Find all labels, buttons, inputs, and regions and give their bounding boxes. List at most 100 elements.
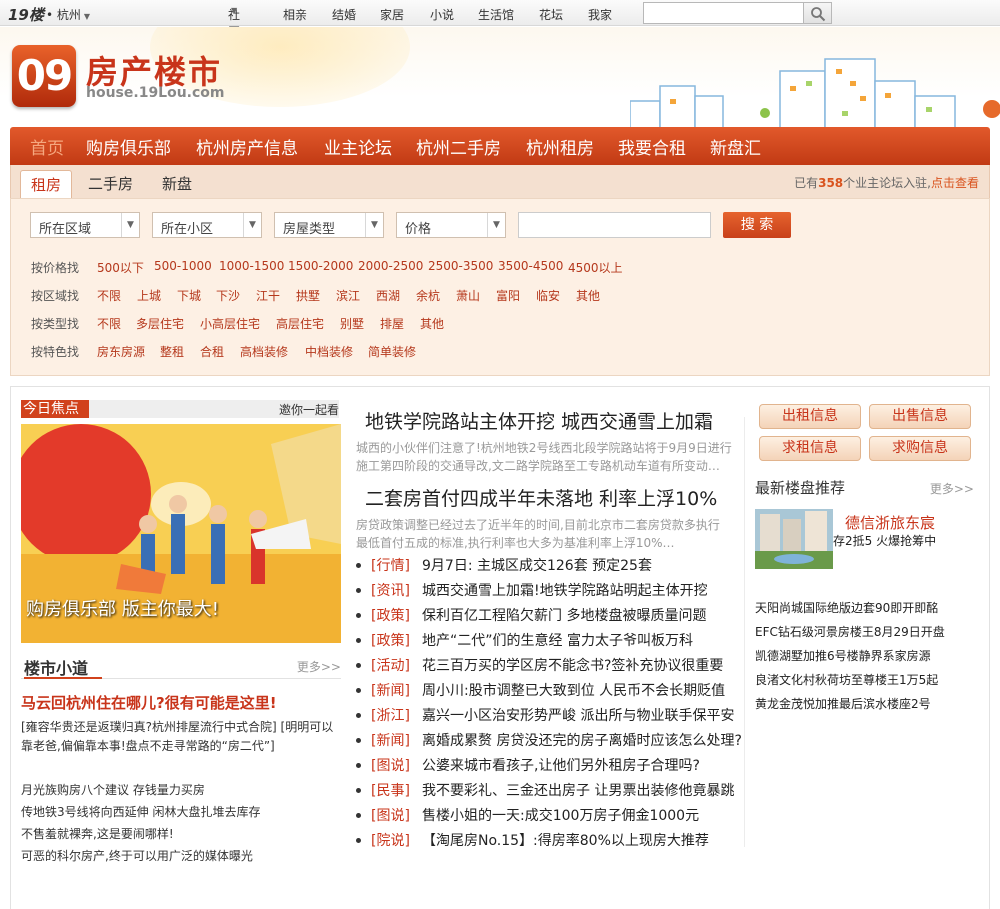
filter-option[interactable]: 500以下 xyxy=(97,259,144,276)
filter-option[interactable]: 中档装修 xyxy=(305,343,353,360)
news-category[interactable]: [民事] xyxy=(371,780,410,800)
filter-option[interactable]: 江干 xyxy=(256,287,280,304)
list-item[interactable]: 不售羞就裸奔,这是要闹哪样! xyxy=(21,825,174,842)
sub-link-line[interactable]: 靠老爸,偏偏靠本事!盘点不走寻常路的“房二代”] xyxy=(21,737,341,756)
filter-option[interactable]: 排屋 xyxy=(380,315,404,332)
main-nav-item-home[interactable]: 首页 xyxy=(30,134,64,159)
new-home-item[interactable]: 黄龙金茂悦加推最后滨水楼座2号 xyxy=(755,695,931,712)
filter-option[interactable]: 不限 xyxy=(97,315,121,332)
news-title[interactable]: 地产“二代”们的生意经 富力太子爷叫板万科 xyxy=(422,630,693,650)
main-nav-item[interactable]: 杭州租房 xyxy=(526,134,594,159)
filter-option[interactable]: 别墅 xyxy=(340,315,364,332)
site-nav-item[interactable]: 我家 xyxy=(588,6,612,23)
filter-option[interactable]: 下沙 xyxy=(216,287,240,304)
filter-option[interactable]: 房东房源 xyxy=(97,343,145,360)
filter-option[interactable]: 4500以上 xyxy=(568,259,623,276)
news-category[interactable]: [图说] xyxy=(371,805,410,825)
headline-2[interactable]: 二套房首付四成半年未落地 利率上浮10% xyxy=(365,484,717,511)
rent-out-button[interactable]: 出租信息 xyxy=(759,404,861,429)
news-category[interactable]: [图说] xyxy=(371,755,410,775)
main-nav-item[interactable]: 我要合租 xyxy=(618,134,686,159)
filter-option[interactable]: 简单装修 xyxy=(368,343,416,360)
main-nav-item[interactable]: 业主论坛 xyxy=(324,134,392,159)
list-item[interactable]: 可恶的科尔房产,终于可以用广泛的媒体曝光 xyxy=(21,847,253,864)
news-title[interactable]: 保利百亿工程陷欠薪门 多地楼盘被曝质量问题 xyxy=(422,605,706,625)
community-select[interactable]: 所在小区 ▼ xyxy=(152,212,262,238)
site-nav-item[interactable]: 花坛 xyxy=(539,6,563,23)
featured-property-image[interactable] xyxy=(755,509,833,569)
news-category[interactable]: [行情] xyxy=(371,555,410,575)
main-nav-item[interactable]: 杭州二手房 xyxy=(416,134,501,159)
site-nav-item[interactable]: 相亲 xyxy=(283,6,307,23)
region-select[interactable]: 所在区域 ▼ xyxy=(30,212,140,238)
sub-link-line[interactable]: [雍容华贵还是返璞归真?杭州排屋流行中式合院] [明明可以 xyxy=(21,718,341,737)
site-nav-item[interactable]: 结婚 xyxy=(332,6,356,23)
filter-option[interactable]: 不限 xyxy=(97,287,121,304)
focus-link[interactable]: 邀你一起看 xyxy=(279,401,339,418)
filter-option[interactable]: 拱墅 xyxy=(296,287,320,304)
news-title[interactable]: 我不要彩礼、三金还出房子 让男票出装修他竟暴跳 xyxy=(422,780,734,800)
new-homes-more-link[interactable]: 更多>> xyxy=(930,480,974,497)
tab-rent[interactable]: 租房 xyxy=(20,170,72,198)
filter-option[interactable]: 高层住宅 xyxy=(276,315,324,332)
main-nav-item[interactable]: 新盘汇 xyxy=(710,134,761,159)
filter-option[interactable]: 高档装修 xyxy=(240,343,288,360)
site-search-button[interactable] xyxy=(804,2,832,24)
tab-new-homes[interactable]: 新盘 xyxy=(162,170,192,198)
keyword-input[interactable] xyxy=(518,212,711,238)
news-title[interactable]: 公婆来城市看孩子,让他们另外租房子合理吗? xyxy=(422,755,700,775)
filter-option[interactable]: 多层住宅 xyxy=(136,315,184,332)
news-title[interactable]: 【淘尾房No.15】:得房率80%以上现房大推荐 xyxy=(422,830,709,850)
featured-property-name[interactable]: 德信浙旅东宸 xyxy=(845,512,935,533)
louguide-headline[interactable]: 马云回杭州住在哪儿?很有可能是这里! xyxy=(21,692,277,713)
filter-option[interactable]: 下城 xyxy=(177,287,201,304)
louguide-more-link[interactable]: 更多>> xyxy=(297,658,341,675)
news-title[interactable]: 嘉兴一小区治安形势严峻 派出所与物业联手保平安 xyxy=(422,705,734,725)
site-nav-item[interactable]: 家居 xyxy=(380,6,404,23)
news-title[interactable]: 城西交通雪上加霜!地铁学院路站明起主体开挖 xyxy=(422,580,708,600)
filter-option[interactable]: 3500-4500 xyxy=(498,259,563,273)
filter-option[interactable]: 滨江 xyxy=(336,287,360,304)
filter-option[interactable]: 1000-1500 xyxy=(219,259,284,273)
news-category[interactable]: [活动] xyxy=(371,655,410,675)
filter-option[interactable]: 上城 xyxy=(137,287,161,304)
news-title[interactable]: 花三百万买的学区房不能念书?签补充协议很重要 xyxy=(422,655,723,675)
list-item[interactable]: 月光族购房八个建议 存钱量力买房 xyxy=(21,781,205,798)
view-forums-link[interactable]: 点击查看 xyxy=(931,176,979,190)
news-category[interactable]: [院说] xyxy=(371,830,410,850)
site-nav-item[interactable]: 生活馆 xyxy=(478,6,514,23)
filter-option[interactable]: 临安 xyxy=(536,287,560,304)
list-item[interactable]: 传地铁3号线将向西延伸 闲林大盘扎堆去库存 xyxy=(21,803,260,820)
filter-option[interactable]: 萧山 xyxy=(456,287,480,304)
channel-logo[interactable]: 09 xyxy=(12,45,76,107)
news-category[interactable]: [浙江] xyxy=(371,705,410,725)
news-category[interactable]: [新闻] xyxy=(371,680,410,700)
filter-option[interactable]: 合租 xyxy=(200,343,224,360)
filter-option[interactable]: 西湖 xyxy=(376,287,400,304)
seek-rent-button[interactable]: 求租信息 xyxy=(759,436,861,461)
filter-option[interactable]: 余杭 xyxy=(416,287,440,304)
filter-option[interactable]: 富阳 xyxy=(496,287,520,304)
new-home-item[interactable]: 凯德湖墅加推6号楼静界系家房源 xyxy=(755,647,931,664)
filter-option[interactable]: 其他 xyxy=(576,287,600,304)
filter-option[interactable]: 其他 xyxy=(420,315,444,332)
price-select[interactable]: 价格 ▼ xyxy=(396,212,506,238)
filter-option[interactable]: 2500-3500 xyxy=(428,259,493,273)
filter-option[interactable]: 2000-2500 xyxy=(358,259,423,273)
new-home-item[interactable]: EFC钻石级河景房楼王8月29日开盘 xyxy=(755,623,945,640)
house-type-select[interactable]: 房屋类型 ▼ xyxy=(274,212,384,238)
sell-button[interactable]: 出售信息 xyxy=(869,404,971,429)
news-category[interactable]: [政策] xyxy=(371,630,410,650)
news-title[interactable]: 周小川:股市调整已大致到位 人民币不会长期贬值 xyxy=(422,680,725,700)
news-category[interactable]: [新闻] xyxy=(371,730,410,750)
news-title[interactable]: 售楼小姐的一天:成交100万房子佣金1000元 xyxy=(422,805,699,825)
news-title[interactable]: 9月7日: 主城区成交126套 预定25套 xyxy=(422,555,652,575)
news-category[interactable]: [政策] xyxy=(371,605,410,625)
tab-second-hand[interactable]: 二手房 xyxy=(88,170,133,198)
filter-option[interactable]: 500-1000 xyxy=(154,259,212,273)
news-title[interactable]: 离婚成累赘 房贷没还完的房子离婚时应该怎么处理? xyxy=(422,730,742,750)
filter-option[interactable]: 小高层住宅 xyxy=(200,315,260,332)
new-home-item[interactable]: 良渚文化村秋荷坊至尊楼王1万5起 xyxy=(755,671,938,688)
headline-1[interactable]: 地铁学院路站主体开挖 城西交通雪上加霜 xyxy=(365,407,713,434)
focus-banner-image[interactable]: 购房俱乐部 版主你最大! xyxy=(21,424,341,643)
